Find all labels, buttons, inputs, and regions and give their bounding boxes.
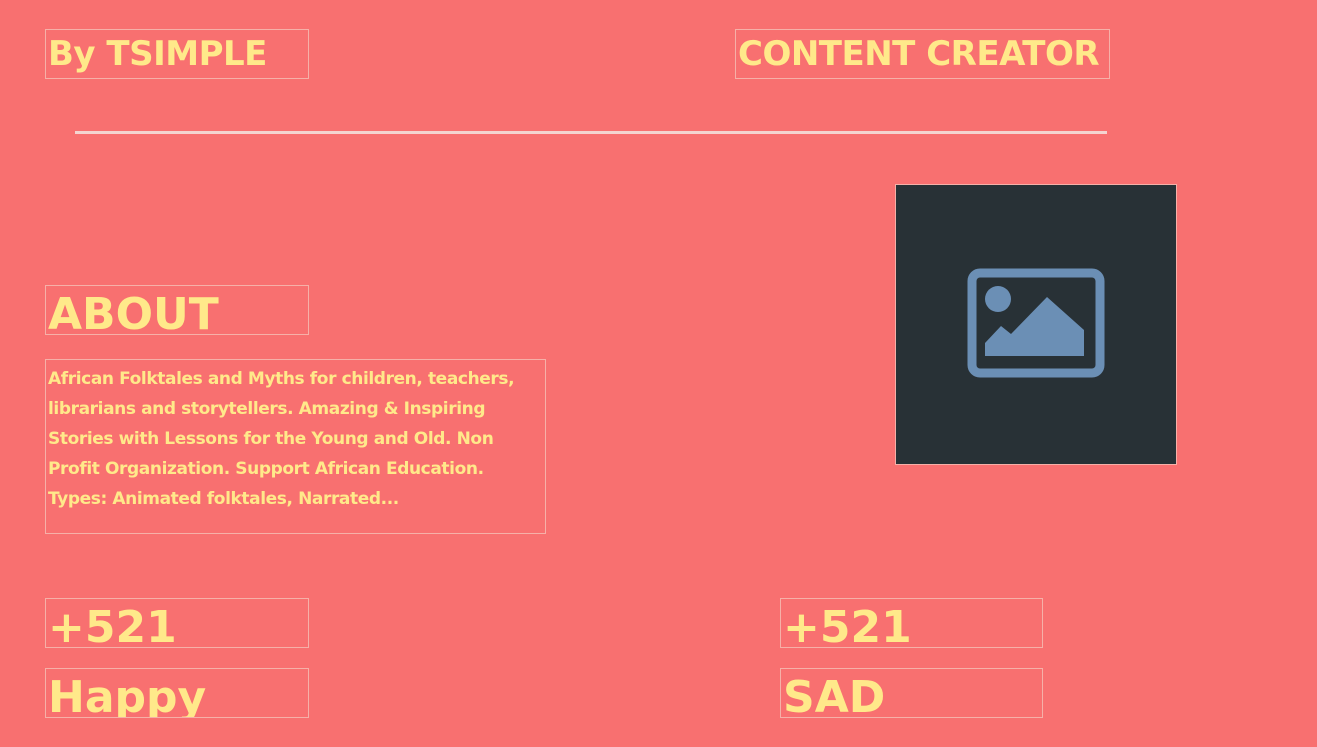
about-heading: ABOUT [45, 285, 309, 335]
sad-label: SAD [780, 668, 1043, 718]
sad-count: +521 [780, 598, 1043, 648]
about-description: African Folktales and Myths for children… [45, 359, 546, 534]
profile-image [895, 184, 1177, 465]
role-title: CONTENT CREATOR [735, 29, 1110, 79]
happy-label: Happy [45, 668, 309, 718]
author-title: By TSIMPLE [45, 29, 309, 79]
image-placeholder-icon [967, 268, 1105, 382]
happy-count: +521 [45, 598, 309, 648]
header-divider [75, 131, 1107, 134]
